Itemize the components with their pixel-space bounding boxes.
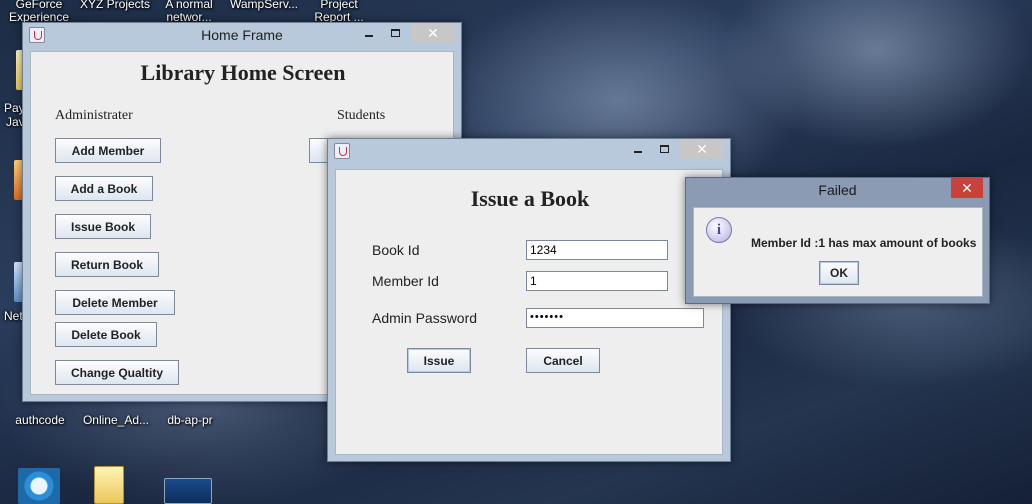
page-title: Issue a Book [470, 186, 590, 211]
minimize-button[interactable] [357, 23, 381, 43]
issue-book-titlebar[interactable]: ✕ [328, 139, 730, 163]
return-book-button[interactable]: Return Book [55, 252, 159, 277]
admin-password-field[interactable]: ••••••• [526, 308, 704, 328]
window-title: Home Frame [201, 27, 283, 43]
desktop-icon-wampserver[interactable]: WampServ... [224, 0, 304, 11]
member-id-field[interactable]: 1 [526, 271, 668, 291]
close-button[interactable]: ✕ [411, 23, 455, 43]
issue-book-content: Issue a Book Book Id 1234 Member Id 1 Ad… [335, 169, 723, 455]
app-globe-icon[interactable] [18, 468, 60, 504]
cancel-button[interactable]: Cancel [526, 348, 600, 373]
desktop-icon-db-ap-pr[interactable]: db-ap-pr [158, 414, 222, 427]
desktop-icon-xyz-projects[interactable]: XYZ Projects [74, 0, 156, 11]
java-icon [29, 27, 45, 43]
administrator-label: Administrater [55, 108, 133, 123]
failed-dialog-content: i Member Id :1 has max amount of books O… [693, 207, 983, 297]
desktop-label-net[interactable]: Net [4, 310, 23, 323]
change-quality-button[interactable]: Change Qualtity [55, 360, 179, 385]
info-icon: i [706, 217, 732, 243]
java-icon [334, 143, 350, 159]
maximize-button[interactable] [652, 139, 676, 159]
add-member-button[interactable]: Add Member [55, 138, 161, 163]
desktop-icon-geforce[interactable]: GeForce Experience [2, 0, 76, 24]
delete-member-button[interactable]: Delete Member [55, 290, 175, 315]
add-book-button[interactable]: Add a Book [55, 176, 153, 201]
issue-book-window: ✕ Issue a Book Book Id 1234 Member Id 1 … [327, 138, 731, 462]
book-id-label: Book Id [372, 242, 420, 258]
minimize-button[interactable] [626, 139, 650, 159]
desktop-icon-project-report[interactable]: Project Report ... [304, 0, 374, 24]
failed-dialog-titlebar[interactable]: Failed ✕ [686, 178, 989, 202]
home-frame-titlebar[interactable]: Home Frame ✕ [23, 23, 461, 47]
admin-password-label: Admin Password [372, 310, 478, 326]
window-title: Failed [818, 182, 857, 198]
ok-button[interactable]: OK [819, 261, 859, 285]
maximize-button[interactable] [383, 23, 407, 43]
students-label: Students [337, 108, 386, 123]
error-message: Member Id :1 has max amount of books [751, 236, 977, 250]
desktop-icon-online-ad[interactable]: Online_Ad... [78, 414, 154, 427]
desktop-icon-network[interactable]: A normal networ... [156, 0, 222, 24]
folder-icon[interactable] [94, 466, 124, 504]
failed-dialog: Failed ✕ i Member Id :1 has max amount o… [685, 177, 990, 304]
desktop-icon-authcode[interactable]: authcode [8, 414, 72, 427]
page-title: Library Home Screen [140, 60, 346, 85]
close-button[interactable]: ✕ [680, 139, 724, 159]
delete-book-button[interactable]: Delete Book [55, 322, 157, 347]
close-button[interactable]: ✕ [951, 178, 983, 198]
issue-book-button[interactable]: Issue Book [55, 214, 151, 239]
book-id-field[interactable]: 1234 [526, 240, 668, 260]
member-id-label: Member Id [372, 273, 439, 289]
app-tile-icon[interactable] [164, 478, 212, 504]
issue-button[interactable]: Issue [407, 348, 471, 373]
